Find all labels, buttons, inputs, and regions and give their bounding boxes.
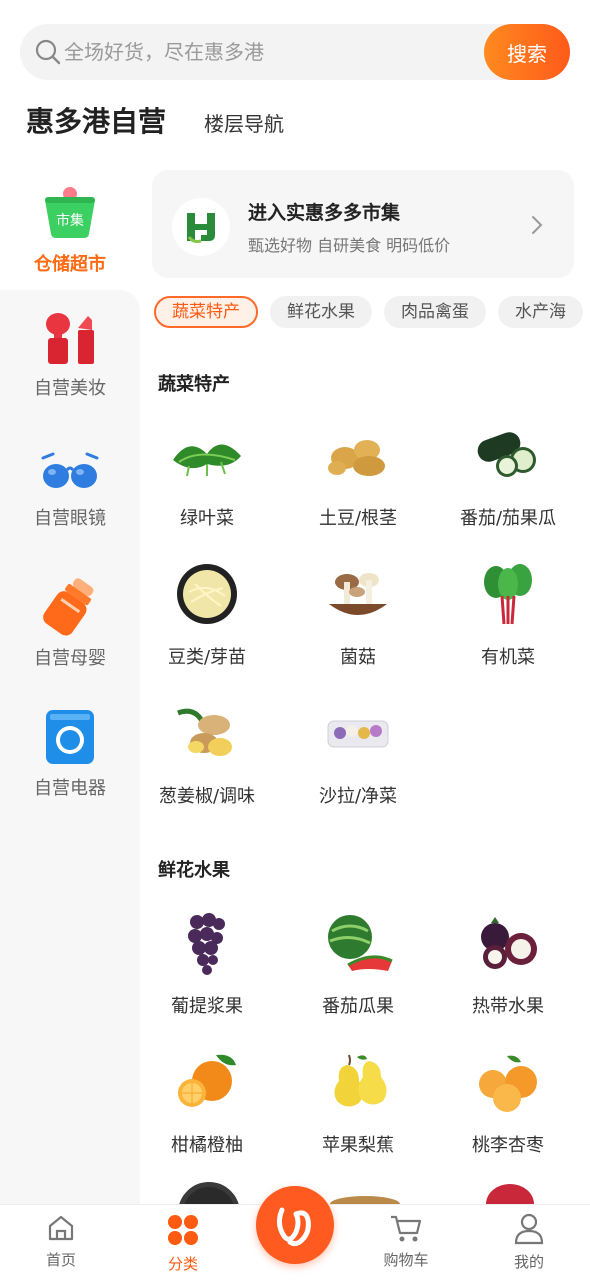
watermelon-icon xyxy=(328,915,393,971)
nav-profile[interactable]: 我的 xyxy=(484,1213,574,1272)
chip-vegetables[interactable]: 蔬菜特产 xyxy=(154,296,258,328)
category-tile[interactable]: 桃李杏枣 xyxy=(433,1043,583,1173)
category-tile[interactable]: 绿叶菜 xyxy=(140,416,282,546)
sidebar: 自营美妆 自营眼镜 自营母婴 自营电器 xyxy=(0,290,140,1205)
category-tile-partial xyxy=(486,1184,534,1205)
category-tile[interactable]: 葱姜椒/调味 xyxy=(140,694,282,824)
bean-sprouts-icon xyxy=(177,564,237,624)
sunglasses-icon xyxy=(41,452,99,488)
market-logo-icon xyxy=(187,213,215,243)
section-title: 鲜花水果 xyxy=(158,860,230,881)
tile-label: 番茄瓜果 xyxy=(322,996,394,1017)
sidebar-item-cosmetics[interactable]: 自营美妆 xyxy=(0,310,140,420)
category-chip-bar: 蔬菜特产 鲜花水果 肉品禽蛋 水产海 xyxy=(154,296,590,332)
tile-label: 葱姜椒/调味 xyxy=(158,786,256,807)
cucumber-icon xyxy=(477,432,536,477)
chip-meat-eggs[interactable]: 肉品禽蛋 xyxy=(384,296,486,328)
sidebar-item-appliances[interactable]: 自营电器 xyxy=(0,708,140,818)
tile-label: 豆类/芽苗 xyxy=(167,647,247,668)
tile-label: 土豆/根茎 xyxy=(318,508,398,529)
category-tile[interactable]: 柑橘橙柚 xyxy=(140,1043,282,1173)
baby-bottle-icon xyxy=(43,578,94,636)
tile-label: 菌菇 xyxy=(340,647,376,668)
mangosteen-icon xyxy=(481,917,537,969)
category-content: 蔬菜特产 绿叶菜 土豆/根茎 番茄/茄果瓜 豆类/芽苗 菌菇 有机菜 葱姜椒/调… xyxy=(140,340,590,1205)
salad-box-icon xyxy=(327,720,389,748)
nav-label: 我的 xyxy=(513,1253,544,1271)
sidebar-badge-text: 市集 xyxy=(56,212,84,229)
ginger-icon xyxy=(177,708,232,756)
market-logo xyxy=(172,198,230,256)
tile-label: 苹果梨蕉 xyxy=(322,1135,394,1156)
category-tile[interactable]: 热带水果 xyxy=(433,904,583,1034)
organic-vegetable-icon xyxy=(484,564,532,625)
sidebar-item-eyewear[interactable]: 自营眼镜 xyxy=(0,448,140,558)
tile-label: 绿叶菜 xyxy=(180,508,234,529)
page-title: 惠多港自营 xyxy=(26,105,167,138)
search-icon xyxy=(35,39,61,65)
mushroom-icon xyxy=(329,573,387,615)
category-tile[interactable]: 土豆/根茎 xyxy=(283,416,433,546)
category-tile-partial xyxy=(178,1182,240,1205)
nav-home[interactable]: 首页 xyxy=(16,1213,106,1270)
category-tile[interactable]: 葡提浆果 xyxy=(140,904,282,1034)
tile-label: 有机菜 xyxy=(481,647,535,668)
leafy-greens-icon xyxy=(173,444,241,477)
category-tile[interactable]: 有机菜 xyxy=(433,555,583,685)
market-banner[interactable]: 进入实惠多多市集 甄选好物 自研美食 明码低价 xyxy=(152,170,574,278)
lipstick-icon xyxy=(46,313,94,364)
brand-logo-icon xyxy=(276,1207,311,1247)
category-tile[interactable]: 苹果梨蕉 xyxy=(283,1043,433,1173)
chip-seafood[interactable]: 水产海 xyxy=(498,296,583,328)
orange-icon xyxy=(178,1054,236,1107)
nav-label: 分类 xyxy=(167,1255,198,1273)
peach-icon xyxy=(479,1055,537,1112)
camera-icon xyxy=(46,710,94,764)
floor-nav-link[interactable]: 楼层导航 xyxy=(204,108,284,137)
nav-label: 购物车 xyxy=(383,1251,429,1269)
category-tile[interactable]: 沙拉/净菜 xyxy=(283,694,433,824)
sidebar-item-mother-baby[interactable]: 自营母婴 xyxy=(0,576,140,686)
tile-label: 热带水果 xyxy=(472,996,544,1017)
section-title: 蔬菜特产 xyxy=(158,374,230,395)
home-icon xyxy=(48,1215,74,1241)
category-tile[interactable]: 豆类/芽苗 xyxy=(140,555,282,685)
tile-label: 桃李杏枣 xyxy=(472,1135,544,1156)
tile-label: 葡提浆果 xyxy=(171,996,243,1017)
potato-icon xyxy=(328,440,385,476)
sidebar-item-label: 仓储超市 xyxy=(34,254,106,275)
user-icon xyxy=(514,1213,544,1245)
search-button[interactable]: 搜索 xyxy=(484,24,570,80)
sidebar-item-label: 自营电器 xyxy=(34,778,106,799)
nav-cart[interactable]: 购物车 xyxy=(361,1213,451,1270)
tile-label: 沙拉/净菜 xyxy=(318,786,398,807)
category-tile[interactable]: 番茄/茄果瓜 xyxy=(433,416,583,546)
category-icon xyxy=(168,1215,198,1245)
tile-label: 番茄/茄果瓜 xyxy=(459,508,557,529)
sidebar-item-label: 自营美妆 xyxy=(34,378,106,399)
tile-label: 柑橘橙柚 xyxy=(171,1135,243,1156)
pear-icon xyxy=(334,1054,387,1107)
category-tile[interactable]: 番茄瓜果 xyxy=(283,904,433,1034)
category-tile[interactable]: 菌菇 xyxy=(283,555,433,685)
search-input[interactable] xyxy=(64,24,484,80)
center-home-button[interactable] xyxy=(256,1186,334,1264)
chevron-right-icon xyxy=(532,216,543,234)
market-title: 进入实惠多多市集 xyxy=(248,202,401,224)
market-subtitle: 甄选好物 自研美食 明码低价 xyxy=(248,236,451,255)
chip-fruits-flowers[interactable]: 鲜花水果 xyxy=(270,296,372,328)
nav-label: 首页 xyxy=(45,1251,76,1269)
sidebar-item-label: 自营母婴 xyxy=(34,648,106,669)
sidebar-item-warehouse-supermarket[interactable]: 市集 仓储超市 xyxy=(0,170,140,290)
grape-icon xyxy=(188,913,225,975)
search-bar[interactable]: 搜索 xyxy=(20,24,570,80)
nav-category[interactable]: 分类 xyxy=(138,1213,228,1274)
cart-icon xyxy=(391,1215,422,1242)
market-basket-icon: 市集 xyxy=(45,187,95,238)
sidebar-item-label: 自营眼镜 xyxy=(34,508,106,529)
